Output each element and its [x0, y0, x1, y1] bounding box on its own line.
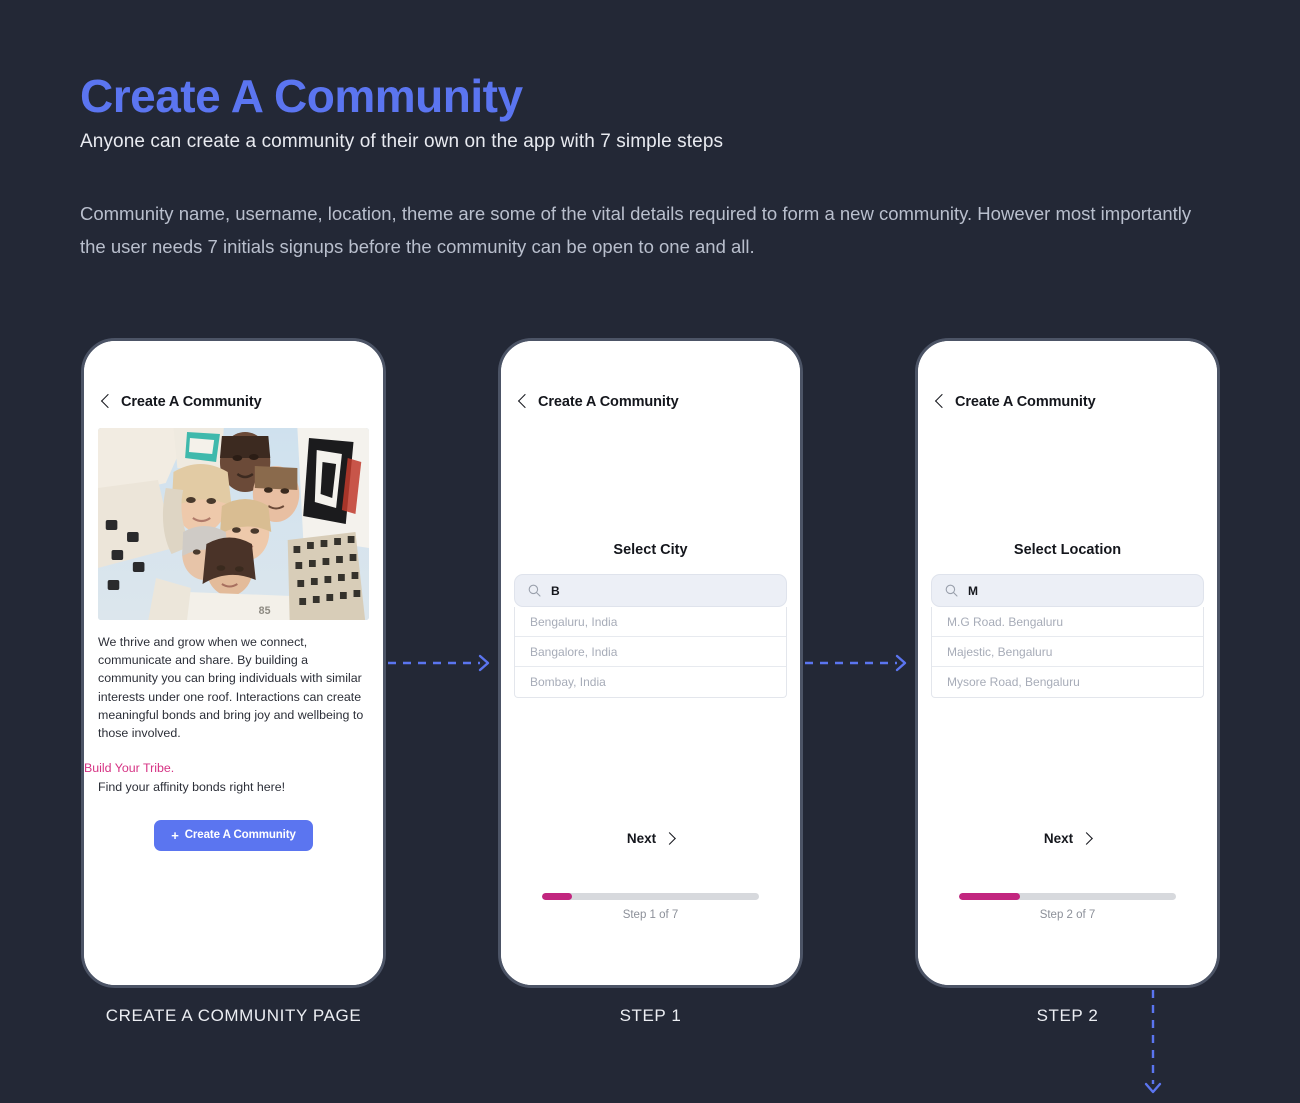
- phone-mockup-step-2: Create A Community Select Location M M.G…: [915, 338, 1220, 988]
- create-a-community-button[interactable]: + Create A Community: [154, 819, 313, 851]
- hero-photo-group-of-people: 85: [98, 428, 369, 620]
- cta-container: + Create A Community: [84, 819, 383, 851]
- location-suggestion-list: M.G Road. Bengaluru Majestic, Bengaluru …: [931, 607, 1204, 698]
- tribe-subline: Find your affinity bonds right here!: [98, 779, 286, 794]
- progress-bar-fill: [959, 893, 1020, 900]
- chevron-right-icon: [1082, 832, 1091, 846]
- step-heading-select-city: Select City: [613, 542, 688, 558]
- search-icon: [528, 584, 541, 597]
- chevron-right-icon: [665, 832, 674, 846]
- plus-icon: +: [171, 827, 179, 843]
- progress-section: Step 1 of 7: [542, 893, 759, 921]
- page-subtitle: Anyone can create a community of their o…: [80, 130, 724, 152]
- app-bar-title: Create A Community: [538, 393, 679, 410]
- list-item[interactable]: Majestic, Bengaluru: [932, 637, 1203, 667]
- next-button-label: Next: [626, 831, 657, 846]
- list-item[interactable]: Mysore Road, Bengaluru: [932, 667, 1203, 697]
- arrow-phone2-to-phone3-icon: [805, 652, 915, 679]
- screen-step-2-select-location: Create A Community Select Location M M.G…: [918, 341, 1217, 985]
- caption-create-a-community-page: CREATE A COMMUNITY PAGE: [105, 1006, 362, 1025]
- app-bar: Create A Community: [501, 341, 800, 410]
- progress-bar-track: [959, 893, 1176, 900]
- search-input-city[interactable]: B: [514, 574, 787, 607]
- progress-bar-track: [542, 893, 759, 900]
- app-bar-title: Create A Community: [121, 393, 262, 410]
- create-a-community-button-label: Create A Community: [184, 829, 296, 842]
- page-header: Create A Community Anyone can create a c…: [80, 70, 723, 153]
- progress-bar-fill: [542, 893, 573, 900]
- step-heading-select-location: Select Location: [1013, 542, 1122, 558]
- progress-section: Step 2 of 7: [959, 893, 1176, 921]
- next-button[interactable]: Next: [918, 831, 1217, 846]
- svg-text:85: 85: [259, 605, 271, 617]
- next-button-label: Next: [1043, 831, 1074, 846]
- list-item[interactable]: M.G Road. Bengaluru: [932, 607, 1203, 637]
- page-description: Community name, username, location, them…: [80, 203, 1192, 257]
- list-item[interactable]: Bangalore, India: [515, 637, 786, 667]
- city-suggestion-list: Bengaluru, India Bangalore, India Bombay…: [514, 607, 787, 698]
- list-item[interactable]: Bombay, India: [515, 667, 786, 697]
- search-icon: [945, 584, 958, 597]
- page-title: Create A Community: [80, 70, 523, 122]
- search-input-location-value: M: [968, 583, 978, 598]
- hero-body-text: We thrive and grow when we connect, comm…: [98, 635, 364, 741]
- arrow-phone1-to-phone2-icon: [388, 652, 498, 679]
- next-button[interactable]: Next: [501, 831, 800, 846]
- list-item[interactable]: Bengaluru, India: [515, 607, 786, 637]
- phone-mockup-create-community-page: Create A Community 85 We thrive and grow…: [81, 338, 386, 988]
- progress-label: Step 2 of 7: [1039, 909, 1096, 921]
- app-bar: Create A Community: [84, 341, 383, 410]
- tribe-headline: Build Your Tribe.: [84, 761, 175, 776]
- search-input-location[interactable]: M: [931, 574, 1204, 607]
- app-bar-title: Create A Community: [955, 393, 1096, 410]
- search-input-city-value: B: [551, 583, 560, 598]
- chevron-left-icon[interactable]: [517, 393, 527, 410]
- screen-step-1-select-city: Create A Community Select City B Bengalu…: [501, 341, 800, 985]
- arrow-phone3-to-next-row-icon: [1140, 990, 1166, 1103]
- progress-label: Step 1 of 7: [622, 909, 679, 921]
- chevron-left-icon[interactable]: [934, 393, 944, 410]
- screen-create-community-page: Create A Community 85 We thrive and grow…: [84, 341, 383, 985]
- caption-step-2: STEP 2: [1036, 1006, 1099, 1025]
- phone-mockup-step-1: Create A Community Select City B Bengalu…: [498, 338, 803, 988]
- app-bar: Create A Community: [918, 341, 1217, 410]
- caption-step-1: STEP 1: [619, 1006, 682, 1025]
- chevron-left-icon[interactable]: [100, 393, 110, 410]
